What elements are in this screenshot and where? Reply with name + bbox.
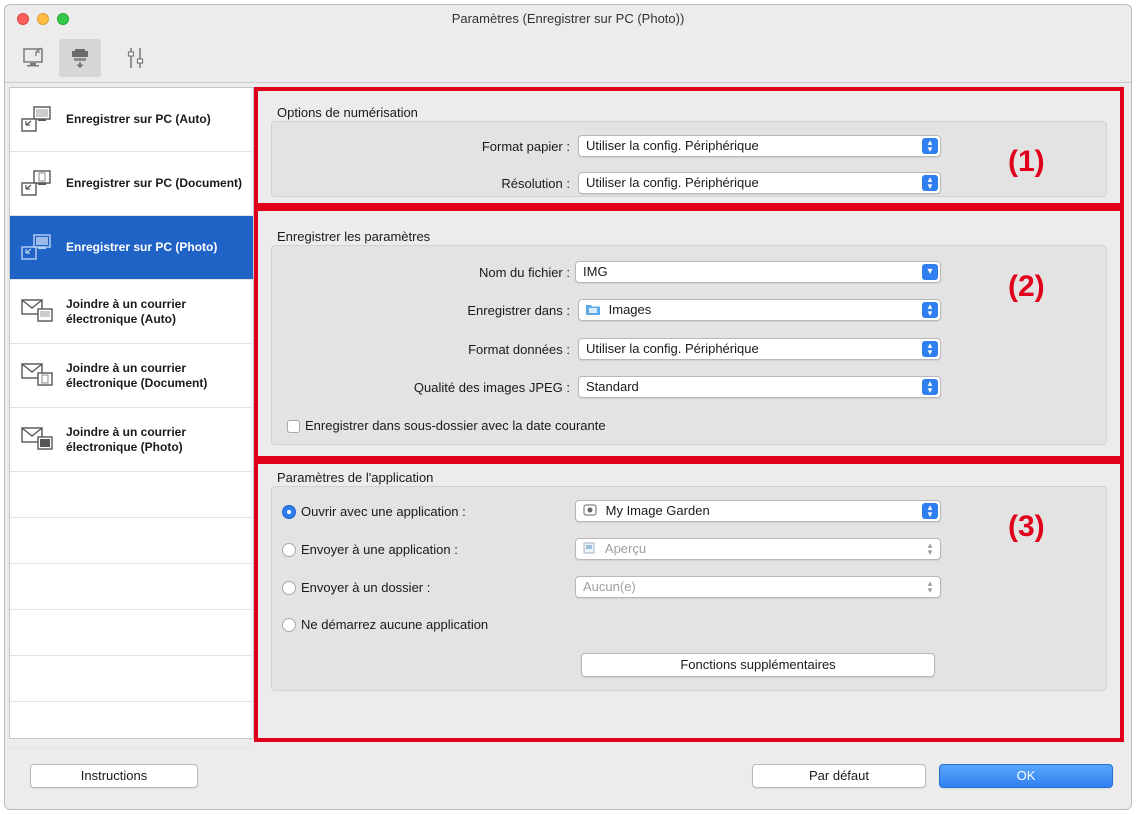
tab-general-settings[interactable] (115, 39, 157, 77)
scan-from-computer-icon (23, 47, 43, 67)
sidebar-item-label: Joindre à un courrier électronique (Auto… (66, 296, 187, 326)
window-title: Paramètres (Enregistrer sur PC (Photo)) (451, 11, 685, 26)
sidebar-item-email-auto[interactable]: Joindre à un courrier électronique (Auto… (10, 280, 253, 344)
sidebar-item-email-photo[interactable]: Joindre à un courrier électronique (Phot… (10, 408, 253, 472)
save-to-pc-photo-icon (21, 233, 51, 260)
sidebar-item-save-pc-photo[interactable]: Enregistrer sur PC (Photo) (10, 216, 253, 280)
callout-number-2: (2) (1008, 270, 1045, 303)
general-settings-icon (127, 48, 144, 68)
callout-number-1: (1) (1008, 145, 1045, 178)
close-window-button[interactable] (17, 13, 29, 25)
sidebar-empty-row (10, 702, 253, 748)
highlight-box-2 (254, 207, 1124, 460)
zoom-window-button[interactable] (57, 13, 69, 25)
sidebar-item-label: Enregistrer sur PC (Auto) (66, 112, 211, 126)
scan-from-panel-icon (72, 49, 88, 69)
sidebar-empty-row (10, 518, 253, 564)
tab-scan-from-panel[interactable] (59, 39, 101, 77)
sidebar-item-label: Joindre à un courrier électronique (Phot… (66, 424, 187, 454)
callout-number-3: (3) (1008, 510, 1045, 543)
email-attach-photo-icon (21, 426, 53, 450)
highlight-box-1 (254, 87, 1124, 207)
email-attach-icon (21, 298, 53, 322)
defaults-button[interactable]: Par défaut (752, 764, 926, 788)
ok-button[interactable]: OK (939, 764, 1113, 788)
sidebar-empty-row (10, 472, 253, 518)
sidebar-item-label: Enregistrer sur PC (Photo) (66, 240, 218, 254)
sidebar-item-save-pc-document[interactable]: Enregistrer sur PC (Document) (10, 152, 253, 216)
instructions-button[interactable]: Instructions (30, 764, 198, 788)
tab-scan-from-computer[interactable] (13, 39, 55, 77)
sidebar-empty-row (10, 610, 253, 656)
save-to-pc-icon (21, 105, 51, 132)
toolbar (5, 33, 1131, 83)
sidebar-item-save-pc-auto[interactable]: Enregistrer sur PC (Auto) (10, 88, 253, 152)
highlight-box-3 (254, 460, 1124, 742)
sidebar-empty-row (10, 564, 253, 610)
title-bar: Paramètres (Enregistrer sur PC (Photo)) (5, 5, 1131, 33)
minimize-window-button[interactable] (37, 13, 49, 25)
sidebar-item-label: Joindre à un courrier électronique (Docu… (66, 360, 208, 390)
sidebar-item-label: Enregistrer sur PC (Document) (66, 176, 243, 190)
sidebar-item-email-document[interactable]: Joindre à un courrier électronique (Docu… (10, 344, 253, 408)
settings-window: Paramètres (Enregistrer sur PC (Photo)) (4, 4, 1132, 810)
save-to-pc-document-icon (21, 169, 51, 196)
scan-destination-sidebar: Enregistrer sur PC (Auto) Enregistrer su… (9, 87, 254, 748)
email-attach-document-icon (21, 362, 53, 386)
sidebar-empty-row (10, 656, 253, 702)
